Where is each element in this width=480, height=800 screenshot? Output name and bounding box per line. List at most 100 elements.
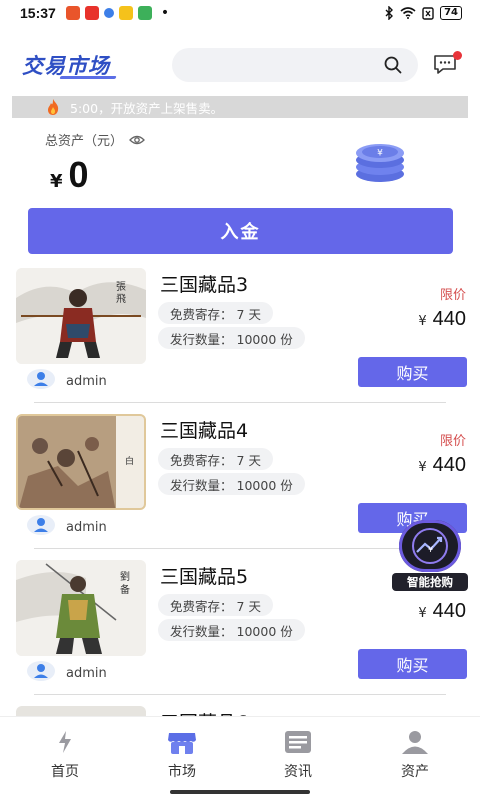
assets-label: 总资产（元）	[45, 134, 124, 149]
issue-tag: 发行数量： 10000 份	[158, 327, 305, 349]
battle-scene-illustration: 白	[18, 416, 144, 508]
product-image: 白	[16, 414, 146, 510]
product-image: 張 飛	[16, 268, 146, 364]
notice-bar: 5:00，开放资产上架售卖。	[12, 96, 468, 118]
price-value: 440	[432, 308, 466, 330]
storage-tag: 免费寄存： 7 天	[158, 594, 273, 616]
lightning-icon	[59, 731, 71, 753]
buy-button[interactable]: 购买	[358, 357, 467, 387]
home-indicator	[170, 790, 310, 794]
logo-underline	[59, 76, 117, 79]
price-value: 440	[432, 454, 466, 476]
buy-button[interactable]: 购买	[358, 649, 467, 679]
search-icon[interactable]	[384, 56, 402, 74]
bluetooth-icon	[385, 6, 394, 20]
shop-icon	[168, 733, 196, 754]
svg-text:張: 張	[116, 281, 126, 293]
issue-label: 发行数量：	[170, 477, 233, 493]
price-row: ¥ 440	[418, 308, 466, 331]
assets-value-row: ¥ 0	[50, 154, 89, 196]
storage-value: 7 天	[236, 452, 261, 468]
product-item[interactable]: 張 飛 三国藏品3 免费寄存： 7 天 发行数量： 10000 份 限价 ¥ 4…	[0, 262, 480, 408]
app-notification-icon	[137, 6, 152, 20]
storage-value: 7 天	[236, 598, 261, 614]
tab-market[interactable]: 市场	[142, 729, 222, 781]
product-image: 劉 备	[16, 560, 146, 656]
eye-icon[interactable]	[129, 134, 145, 146]
tab-label: 资产	[401, 764, 429, 780]
limit-label: 限价	[439, 288, 466, 303]
status-more-icon: •	[160, 5, 170, 21]
creator-avatar-icon	[27, 515, 55, 535]
battery-indicator: 74	[440, 6, 462, 20]
price-currency: ¥	[418, 460, 427, 475]
product-name: 三国藏品6	[160, 708, 248, 716]
svg-text:¥: ¥	[377, 149, 383, 159]
smart-buy-circle[interactable]: ¥	[399, 520, 461, 572]
wifi-icon	[400, 7, 416, 19]
issue-tag: 发行数量： 10000 份	[158, 619, 305, 641]
product-image	[16, 706, 146, 716]
storage-value: 7 天	[236, 306, 261, 322]
app-notification-icon	[118, 6, 133, 20]
app-notification-icon	[84, 6, 99, 20]
item-divider	[34, 694, 446, 695]
assets-card: 总资产（元） ¥ 0 ¥	[0, 124, 480, 204]
product-name: 三国藏品3	[160, 274, 249, 296]
status-system-icons: 74	[384, 6, 462, 20]
app-notification-icon	[103, 8, 114, 18]
price-row: ¥ 440	[418, 454, 466, 477]
creator-name: admin	[66, 666, 107, 681]
news-icon	[285, 731, 311, 753]
assets-currency: ¥	[50, 171, 63, 192]
issue-label: 发行数量：	[170, 331, 233, 347]
fire-icon	[48, 99, 59, 115]
app-notification-icon	[65, 6, 80, 20]
smart-buy-label[interactable]: 智能抢购	[392, 573, 468, 591]
tab-news[interactable]: 资讯	[258, 729, 338, 781]
issue-value: 10000 份	[236, 331, 293, 347]
storage-tag: 免费寄存： 7 天	[158, 302, 273, 324]
product-name: 三国藏品4	[160, 420, 249, 442]
warrior-illustration: 張 飛	[16, 268, 146, 364]
item-divider	[34, 402, 446, 403]
issue-value: 10000 份	[236, 477, 293, 493]
tab-assets[interactable]: 资产	[375, 729, 455, 781]
storage-tag: 免费寄存： 7 天	[158, 448, 273, 470]
creator-avatar-icon	[27, 661, 55, 681]
product-item[interactable]: 三国藏品6	[0, 700, 480, 716]
notice-text: 5:00，开放资产上架售卖。	[70, 100, 224, 116]
creator-avatar-icon	[27, 369, 55, 389]
item-divider	[34, 548, 446, 549]
limit-label: 限价	[439, 434, 466, 449]
price-currency: ¥	[418, 606, 427, 621]
storage-label: 免费寄存：	[170, 306, 233, 322]
tab-label: 首页	[51, 764, 79, 780]
deposit-button[interactable]: 入金	[28, 208, 453, 254]
svg-text:备: 备	[120, 583, 130, 596]
header: 交易市场	[0, 40, 480, 90]
product-name: 三国藏品5	[160, 566, 249, 588]
issue-tag: 发行数量： 10000 份	[158, 473, 305, 495]
price-currency: ¥	[418, 314, 427, 329]
message-badge	[453, 51, 462, 60]
assets-label-row: 总资产（元）	[45, 130, 145, 149]
status-bar: 15:37 • 74	[0, 0, 480, 26]
svg-text:¥: ¥	[428, 545, 433, 554]
search-input[interactable]	[172, 48, 418, 82]
trend-up-icon: ¥	[412, 528, 448, 564]
tab-home[interactable]: 首页	[25, 729, 105, 781]
price-row: ¥ 440	[418, 600, 466, 623]
storage-label: 免费寄存：	[170, 452, 233, 468]
creator-name: admin	[66, 520, 107, 535]
status-app-icons: •	[65, 5, 170, 21]
user-icon	[402, 731, 428, 754]
tab-label: 市场	[168, 764, 196, 780]
smart-buy-button[interactable]: ¥ 智能抢购	[390, 520, 470, 592]
issue-value: 10000 份	[236, 623, 293, 639]
status-time: 15:37	[20, 5, 56, 21]
price-value: 440	[432, 600, 466, 622]
coin-stack-icon: ¥	[356, 144, 404, 182]
storage-label: 免费寄存：	[170, 598, 233, 614]
sim-icon	[422, 6, 434, 20]
